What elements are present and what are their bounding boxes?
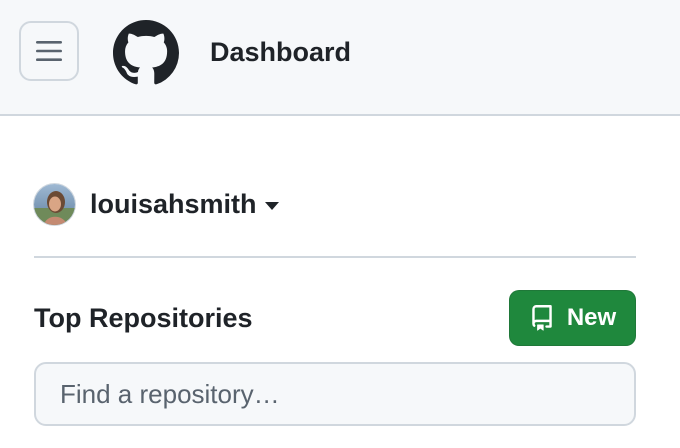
username[interactable]: louisahsmith xyxy=(90,189,257,220)
avatar xyxy=(34,183,75,225)
menu-button[interactable] xyxy=(19,21,79,81)
find-repository-input[interactable] xyxy=(34,362,636,426)
hamburger-icon xyxy=(36,41,62,61)
new-button-label: New xyxy=(566,304,617,331)
app-header: Dashboard xyxy=(0,0,680,116)
page-title: Dashboard xyxy=(210,37,352,67)
new-repository-button[interactable]: New xyxy=(509,290,636,346)
account-switcher[interactable]: louisahsmith xyxy=(34,183,279,225)
repo-icon xyxy=(529,304,555,332)
caret-down-icon[interactable] xyxy=(264,201,279,210)
github-logo-icon[interactable] xyxy=(113,20,179,86)
divider xyxy=(34,256,636,258)
top-repositories-heading: Top Repositories xyxy=(34,303,253,333)
